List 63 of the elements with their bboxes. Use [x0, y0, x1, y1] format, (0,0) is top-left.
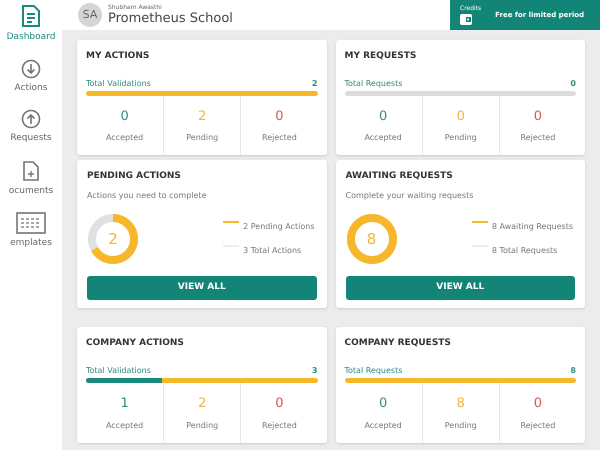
stat-label: Rejected [262, 132, 297, 144]
upload-circle-icon [21, 109, 41, 129]
stat-value: 1 [120, 395, 129, 413]
card-title: MY ACTIONS [86, 50, 150, 63]
donut-count: 2 [108, 228, 118, 250]
donut-count: 8 [366, 228, 376, 250]
stat-label: Pending [444, 420, 477, 432]
legend-label: 8 Total Requests [492, 244, 558, 257]
total-label: Total Requests [344, 364, 402, 376]
stat-value: 0 [378, 108, 388, 126]
stat-value: 2 [198, 395, 206, 413]
stat-value: 0 [275, 395, 284, 413]
stat-value: 0 [275, 108, 284, 126]
stat-value: 0 [534, 395, 542, 413]
card-title: COMPANY REQUESTS [344, 337, 452, 350]
card-title: MY REQUESTS [344, 50, 418, 63]
organization-name: Prometheus School [108, 12, 233, 25]
total-count: 2 [312, 78, 318, 90]
card-title: AWAITING REQUESTS [346, 170, 454, 183]
total-count: 3 [312, 364, 318, 376]
sidebar-item[interactable]: emplates [0, 212, 62, 250]
sidebar-item[interactable]: Actions [0, 58, 62, 95]
stat-label: Accepted [364, 420, 402, 432]
view-all-button[interactable]: VIEW ALL [87, 276, 316, 300]
total-count: 0 [570, 78, 576, 90]
stat-label: Pending [444, 132, 477, 144]
sidebar-item[interactable]: Dashboard [0, 4, 62, 44]
stat-value: 0 [534, 108, 542, 126]
stat-value: 0 [120, 108, 129, 126]
total-label: Total Validations [86, 364, 151, 376]
stat-label: Rejected [262, 420, 297, 432]
card-title: PENDING ACTIONS [87, 170, 182, 183]
legend-label: 3 Total Actions [243, 244, 302, 257]
stat-label: Pending [186, 132, 218, 144]
stat-value: 8 [456, 395, 465, 413]
document-icon [20, 4, 42, 28]
stat-value: 0 [378, 395, 388, 413]
stat-label: Accepted [106, 420, 144, 432]
card-subtitle: Complete your waiting requests [346, 190, 474, 202]
total-label: Total Requests [344, 78, 402, 90]
sidebar-item[interactable]: ocuments [0, 160, 62, 198]
stat-label: Rejected [520, 132, 556, 144]
wallet-icon [460, 14, 472, 24]
total-count: 8 [570, 364, 576, 376]
legend-label: 8 Awaiting Requests [492, 220, 573, 233]
card-title: COMPANY ACTIONS [86, 337, 185, 350]
legend-swatch [223, 220, 240, 223]
view-all-button[interactable]: VIEW ALL [346, 276, 575, 300]
stat-label: Accepted [364, 132, 402, 144]
avatar: SA [78, 3, 102, 27]
file-plus-icon [21, 160, 41, 182]
stat-label: Rejected [520, 420, 556, 432]
card-subtitle: Actions you need to complete [87, 190, 208, 202]
download-circle-icon [21, 58, 41, 78]
legend-swatch [472, 220, 488, 223]
stat-value: 0 [456, 108, 465, 126]
sidebar-item[interactable]: Requests [0, 109, 62, 146]
grid-icon [16, 212, 46, 234]
total-label: Total Validations [86, 78, 151, 90]
stat-label: Pending [186, 420, 218, 432]
stat-value: 2 [198, 108, 206, 126]
legend-label: 2 Pending Actions [243, 220, 314, 233]
stat-label: Accepted [106, 132, 144, 144]
